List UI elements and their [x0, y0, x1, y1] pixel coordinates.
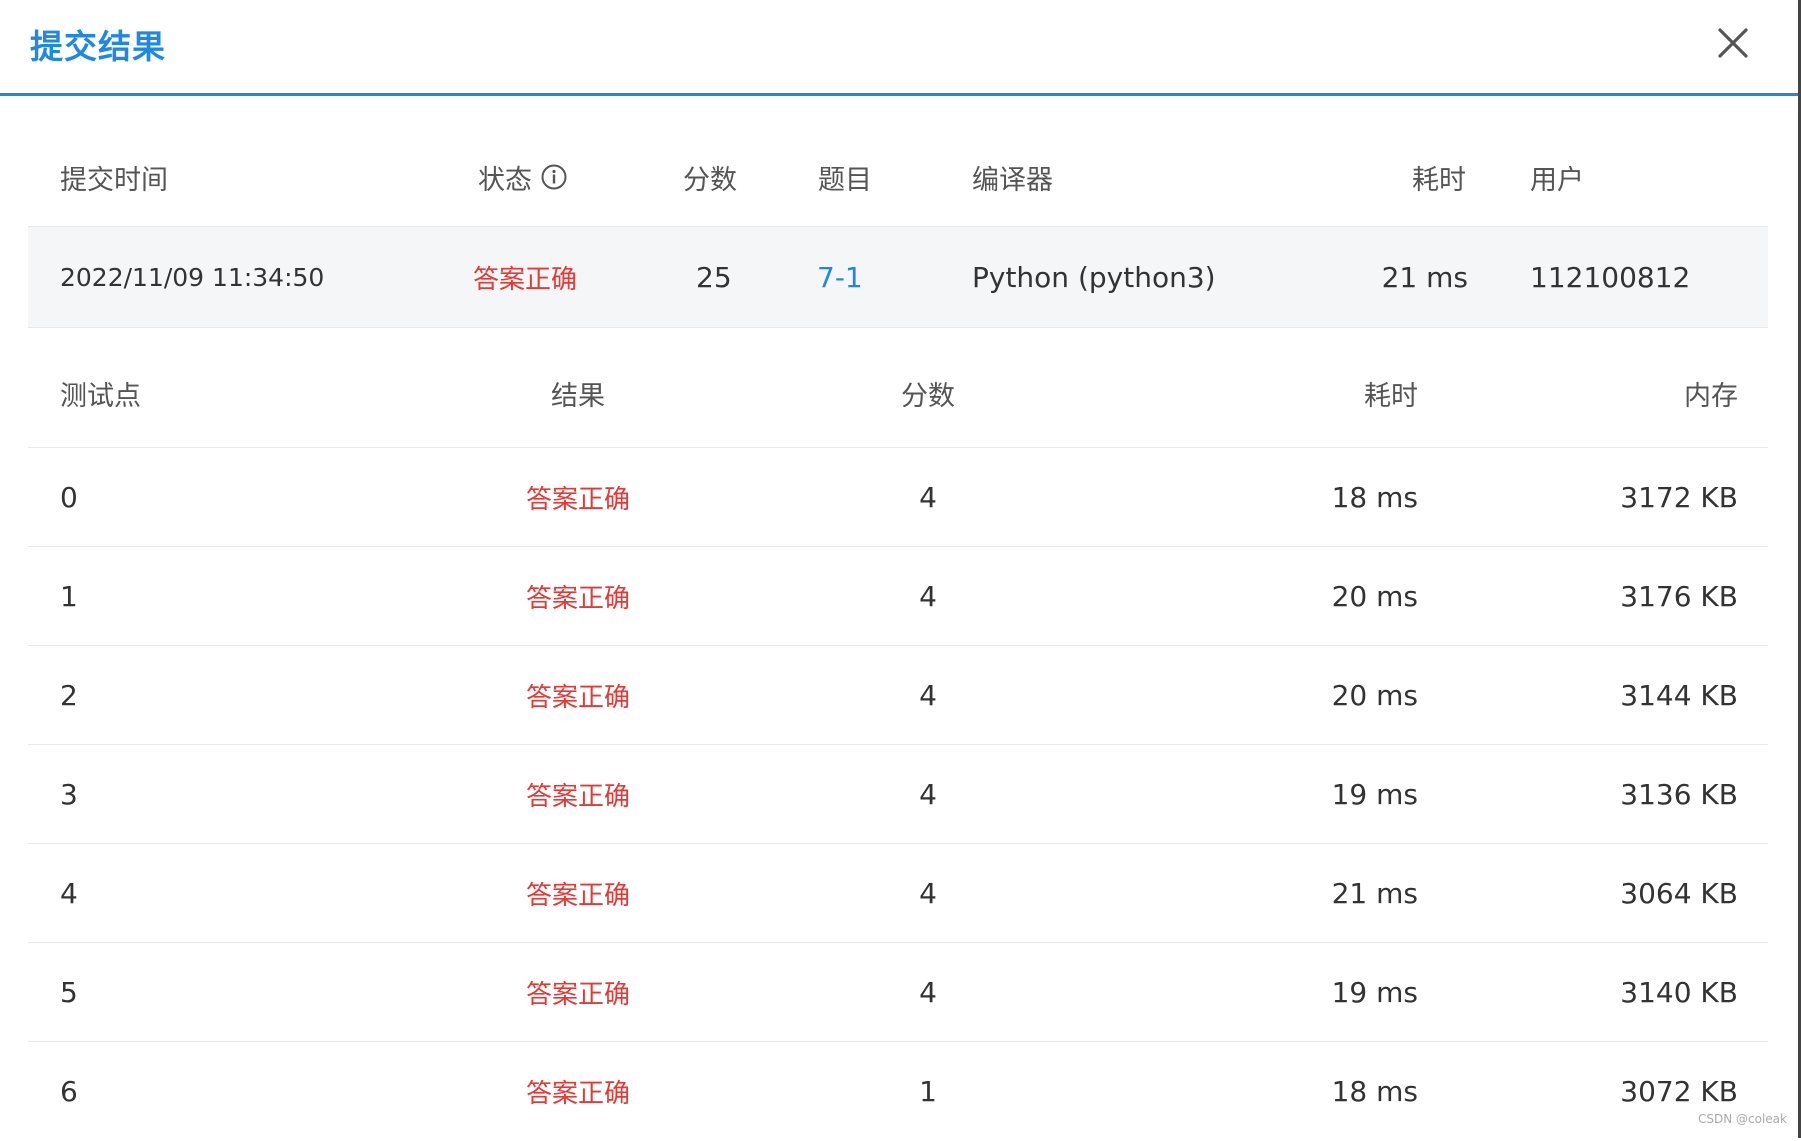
testpoint-memory: 3064 KB	[1620, 876, 1738, 910]
testpoint-memory: 3144 KB	[1620, 678, 1738, 712]
close-button[interactable]	[1712, 22, 1754, 64]
header-memory: 内存	[1684, 381, 1738, 412]
testpoint-duration: 18 ms	[1331, 480, 1418, 514]
table-row: 1 答案正确 4 20 ms 3176 KB	[28, 547, 1768, 646]
testpoint-score: 4	[919, 975, 937, 1009]
watermark: CSDN @coleak	[1698, 1112, 1787, 1126]
testpoint-id: 0	[60, 480, 78, 514]
testpoint-duration: 20 ms	[1331, 579, 1418, 613]
table-row: 3 答案正确 4 19 ms 3136 KB	[28, 745, 1768, 844]
testpoint-result: 答案正确	[525, 781, 630, 812]
testpoint-id: 6	[60, 1075, 78, 1108]
table-row: 2 答案正确 4 20 ms 3144 KB	[28, 646, 1768, 745]
header-problem: 题目	[818, 164, 872, 196]
testpoint-duration: 20 ms	[1331, 678, 1418, 712]
testpoint-id: 5	[60, 975, 78, 1009]
header-duration: 耗时	[1412, 164, 1466, 196]
testpoint-memory: 3140 KB	[1620, 975, 1738, 1009]
testpoint-duration: 19 ms	[1331, 975, 1418, 1009]
info-icon[interactable]	[540, 163, 568, 191]
submission-result-dialog: 提交结果 提交时间 状态 分数 题目 编译器 耗时 用户 2022/11/09 …	[0, 0, 1801, 1138]
header-compiler: 编译器	[972, 164, 1053, 196]
table-row: 4 答案正确 4 21 ms 3064 KB	[28, 844, 1768, 943]
submission-table-header: 提交时间 状态 分数 题目 编译器 耗时 用户	[28, 128, 1768, 226]
header-tp-score: 分数	[901, 381, 955, 412]
testpoint-result: 答案正确	[525, 880, 630, 911]
testpoint-id: 1	[60, 579, 78, 613]
header-testpoint: 测试点	[60, 381, 141, 412]
testpoints-table-header: 测试点 结果 分数 耗时 内存	[28, 340, 1768, 448]
submission-status: 答案正确	[473, 264, 578, 295]
testpoint-result: 答案正确	[525, 979, 630, 1010]
dialog-title: 提交结果	[30, 27, 166, 66]
submission-row: 2022/11/09 11:34:50 答案正确 25 7-1 Python (…	[28, 226, 1768, 328]
close-icon	[1718, 28, 1748, 58]
testpoint-result: 答案正确	[525, 682, 630, 713]
testpoint-memory: 3072 KB	[1620, 1075, 1738, 1108]
submission-compiler: Python (python3)	[972, 260, 1216, 294]
submission-time: 2022/11/09 11:34:50	[60, 262, 325, 292]
submission-user: 112100812	[1530, 260, 1691, 294]
testpoint-score: 4	[919, 876, 937, 910]
testpoint-score: 4	[919, 480, 937, 514]
header-tp-duration: 耗时	[1364, 381, 1418, 412]
testpoint-score: 4	[919, 777, 937, 811]
testpoint-score: 4	[919, 678, 937, 712]
submission-duration: 21 ms	[1381, 260, 1468, 294]
testpoint-memory: 3172 KB	[1620, 480, 1738, 514]
submission-score: 25	[696, 260, 732, 294]
header-status-label: 状态	[478, 164, 532, 196]
testpoint-result: 答案正确	[525, 484, 630, 515]
testpoint-result: 答案正确	[525, 1079, 630, 1109]
dialog-header: 提交结果	[0, 0, 1798, 96]
header-result: 结果	[551, 381, 605, 412]
table-row: 6 答案正确 1 18 ms 3072 KB	[28, 1042, 1768, 1141]
testpoint-id: 4	[60, 876, 78, 910]
testpoint-duration: 19 ms	[1331, 777, 1418, 811]
table-row: 5 答案正确 4 19 ms 3140 KB	[28, 943, 1768, 1042]
problem-link[interactable]: 7-1	[817, 227, 863, 327]
testpoint-score: 1	[919, 1075, 937, 1108]
testpoint-duration: 21 ms	[1331, 876, 1418, 910]
header-submit-time: 提交时间	[60, 164, 168, 196]
testpoint-duration: 18 ms	[1331, 1075, 1418, 1108]
testpoint-score: 4	[919, 579, 937, 613]
testpoint-id: 3	[60, 777, 78, 811]
header-status: 状态	[478, 128, 568, 226]
testpoint-id: 2	[60, 678, 78, 712]
testpoint-memory: 3136 KB	[1620, 777, 1738, 811]
header-user: 用户	[1530, 164, 1584, 196]
testpoint-memory: 3176 KB	[1620, 579, 1738, 613]
table-row: 0 答案正确 4 18 ms 3172 KB	[28, 448, 1768, 547]
testpoint-result: 答案正确	[525, 583, 630, 614]
header-score: 分数	[683, 164, 737, 196]
